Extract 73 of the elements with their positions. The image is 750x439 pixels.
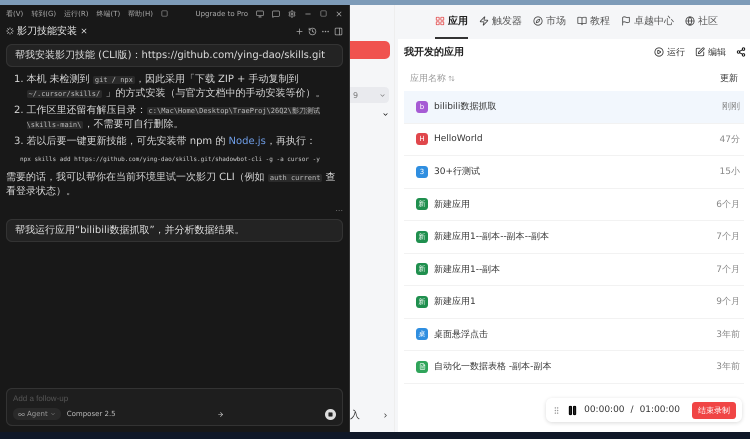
nav-tab[interactable]: 社区 (685, 5, 718, 39)
maximize-icon[interactable] (320, 10, 327, 17)
sidebar-item[interactable]: 入 (350, 408, 389, 422)
sort-icon (448, 74, 455, 82)
app-name: 30+行测试 (434, 166, 480, 178)
stop-button[interactable] (324, 408, 336, 420)
separator: / (630, 405, 634, 415)
drag-handle-icon[interactable] (552, 406, 562, 414)
nav-icon (577, 16, 587, 26)
app-name: 新建应用1--副本--副本--副本 (434, 230, 550, 244)
pause-icon[interactable] (567, 404, 578, 416)
app-name: bilibili数据抓取 (434, 100, 496, 114)
share-icon[interactable] (736, 47, 746, 57)
stop-recording-button[interactable]: 结束录制 (692, 402, 736, 418)
app-name: HelloWorld (434, 134, 483, 144)
action-button[interactable]: 编辑 (695, 46, 726, 58)
app-name: 新建应用 (434, 198, 470, 211)
play-icon (654, 47, 664, 57)
app-name: 桌面悬浮点击 (434, 328, 488, 341)
stop-icon (328, 412, 333, 416)
total-time: 01:00:00 (640, 405, 680, 415)
update-time: 7个月 (716, 264, 740, 276)
app-name: 新建应用1 (434, 296, 476, 308)
nav-tab[interactable]: 教程 (577, 5, 610, 39)
nav-icon (435, 16, 445, 26)
chat-icon[interactable] (272, 10, 280, 18)
list-number: 1. (14, 73, 24, 87)
close-icon[interactable] (335, 10, 343, 18)
link[interactable]: Node.js (228, 136, 266, 147)
arrow-icon (216, 410, 224, 418)
infinity-icon (18, 410, 25, 418)
user-message: 帮我运行应用“bilibili数据抓取”，并分析数据结果。 (6, 219, 343, 242)
more-button[interactable]: ... (335, 204, 343, 213)
document-icon (418, 363, 426, 370)
caret-icon (50, 411, 56, 417)
chevron-icon (382, 111, 389, 118)
select-field[interactable]: 9 (350, 87, 389, 103)
nav-icon (533, 16, 543, 26)
history-icon[interactable] (308, 26, 317, 36)
update-time: 47分 (720, 134, 740, 146)
list-number: 3. (14, 135, 24, 149)
update-time: 9个月 (716, 296, 740, 308)
list-number: 2. (14, 104, 24, 118)
column-header: 更新 (720, 72, 738, 84)
chevron-icon (379, 92, 386, 98)
update-time: 15小 (720, 166, 740, 178)
update-time: 3年前 (716, 360, 740, 374)
monitor-icon[interactable] (256, 10, 264, 18)
nav-tab[interactable]: 卓越中心 (621, 5, 674, 39)
elapsed-time: 00:00:00 (584, 405, 625, 415)
layout-icon (160, 10, 168, 17)
update-time: 3年前 (716, 328, 740, 341)
panel-icon[interactable] (334, 26, 343, 36)
edit-icon (695, 47, 705, 57)
update-time: 7个月 (716, 230, 740, 244)
add-icon[interactable] (295, 26, 304, 36)
nav-icon (479, 16, 489, 26)
spinner-icon (6, 27, 14, 35)
update-time: 刚刚 (722, 100, 740, 114)
settings-icon[interactable] (288, 10, 296, 18)
app-name: 自动化一数据表格 -副本-副本 (434, 360, 552, 374)
nav-tab[interactable]: 触发器 (479, 5, 522, 39)
nav-tab[interactable]: 市场 (533, 5, 566, 39)
chevron-icon (382, 412, 389, 418)
nav-icon (685, 16, 695, 26)
chat-tab[interactable]: 影刀技能安装 (6, 24, 88, 38)
user-message: 帮我安装影刀技能 (CLI版)：https://github.com/ying-dao/skills.git (6, 44, 343, 67)
update-time: 6个月 (716, 198, 740, 211)
app-name: 新建应用1--副本 (434, 264, 500, 276)
action-button[interactable]: 运行 (654, 46, 685, 58)
panel-title: 我开发的应用 (404, 45, 464, 59)
list-item: 若以后要一键更新技能，可先安装带 npm 的 Node.js，再执行： (26, 135, 316, 149)
nav-icon (621, 16, 631, 26)
